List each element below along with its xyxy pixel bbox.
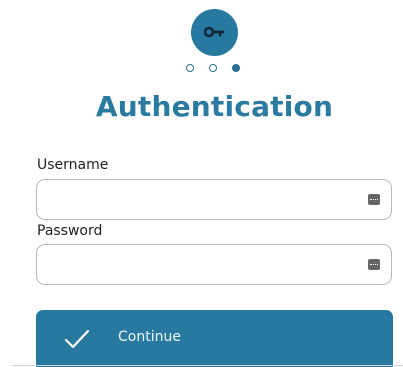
bottom-divider xyxy=(12,365,403,366)
password-manager-icon[interactable] xyxy=(368,259,380,270)
continue-button-label: Continue xyxy=(118,329,181,345)
page-title: Authentication xyxy=(95,90,334,123)
authentication-page: Authentication Username Password Continu… xyxy=(0,0,403,367)
username-label: Username xyxy=(37,157,109,173)
step-indicator xyxy=(0,64,403,74)
continue-button[interactable]: Continue xyxy=(36,310,393,367)
username-field[interactable] xyxy=(36,179,392,221)
step-dot-3-current xyxy=(232,64,240,72)
password-input[interactable] xyxy=(45,245,369,286)
key-icon-badge xyxy=(191,9,238,56)
password-field[interactable] xyxy=(36,244,392,286)
username-input[interactable] xyxy=(45,180,369,221)
password-manager-icon[interactable] xyxy=(368,194,380,205)
checkmark-icon xyxy=(64,329,90,349)
step-dot-1 xyxy=(186,64,194,72)
key-icon xyxy=(204,26,224,38)
step-dot-2 xyxy=(209,64,217,72)
password-label: Password xyxy=(37,223,103,239)
